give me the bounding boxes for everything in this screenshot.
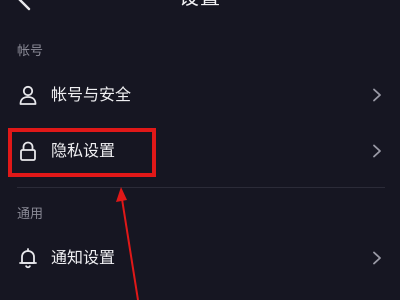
chevron-right-icon <box>373 88 381 102</box>
settings-item-label: 帐号与安全 <box>51 85 132 104</box>
person-icon <box>19 85 37 105</box>
annotation-highlight-box <box>8 128 156 177</box>
settings-item-notifications[interactable]: 通知设置 <box>0 235 400 281</box>
chevron-right-icon <box>373 144 381 158</box>
annotation-arrow <box>116 187 139 300</box>
section-divider <box>17 187 385 188</box>
top-bar: 设置 <box>0 0 400 16</box>
section-label-account: 帐号 <box>17 44 44 59</box>
section-label-general: 通用 <box>17 207 44 222</box>
page-title: 设置 <box>0 0 400 10</box>
settings-item-account-security[interactable]: 帐号与安全 <box>0 72 400 118</box>
bell-icon <box>19 248 37 269</box>
chevron-right-icon <box>373 251 381 265</box>
